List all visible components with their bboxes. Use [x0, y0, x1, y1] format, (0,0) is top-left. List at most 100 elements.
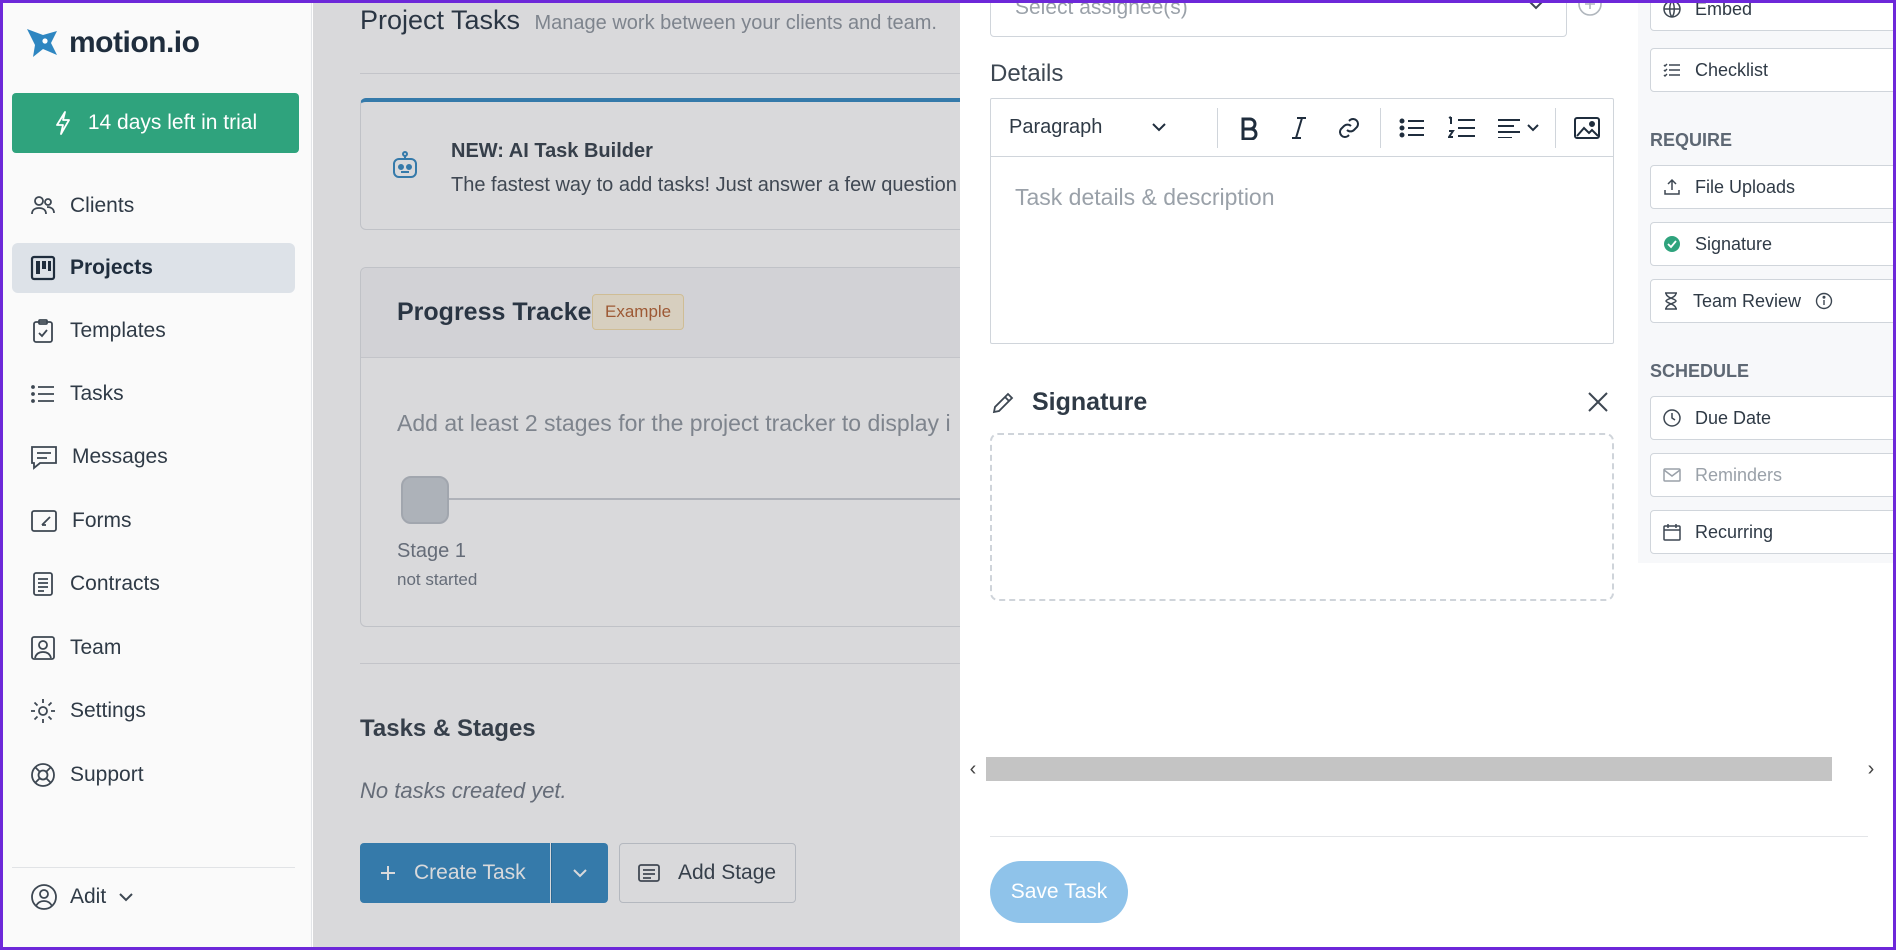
scrollbar-thumb[interactable] [986, 757, 1832, 781]
sidebar-item-messages[interactable]: Messages [12, 432, 295, 482]
toolbar-separator [1217, 107, 1218, 148]
bold-button[interactable] [1224, 108, 1274, 148]
checklist-button[interactable]: Checklist [1650, 48, 1893, 92]
due-date-label: Due Date [1695, 407, 1772, 428]
sidebar-item-label: Contracts [70, 572, 160, 595]
link-icon [1339, 117, 1359, 138]
bullet-list-icon [1399, 118, 1424, 137]
signature-header: Signature [990, 388, 1147, 417]
horizontal-scrollbar[interactable]: ‹ › [960, 755, 1884, 783]
assignee-placeholder: Select assignee(s) [1015, 3, 1188, 19]
reminders-button[interactable]: Reminders [1650, 453, 1893, 497]
reminders-label: Reminders [1695, 464, 1783, 485]
kanban-icon [30, 255, 56, 281]
team-review-label: Team Review [1693, 290, 1802, 311]
details-label: Details [990, 60, 1064, 87]
sidebar-item-label: Settings [70, 699, 146, 722]
checklist-label: Checklist [1695, 59, 1769, 80]
calendar-icon [1663, 524, 1681, 541]
lightning-icon [55, 111, 70, 135]
sidebar-divider [12, 867, 295, 868]
task-editor-panel: Select assignee(s) Details Paragraph Tas… [960, 3, 1893, 947]
clipboard-check-icon [33, 319, 53, 343]
user-name: Adit [70, 885, 107, 908]
team-icon [31, 636, 55, 660]
require-section-label: REQUIRE [1650, 130, 1733, 150]
sidebar-item-label: Messages [72, 445, 168, 468]
team-review-button[interactable]: Team Review [1650, 279, 1893, 323]
sidebar-item-team[interactable]: Team [12, 623, 295, 673]
footer-divider [990, 836, 1868, 837]
sidebar-item-settings[interactable]: Settings [12, 686, 295, 736]
file-uploads-button[interactable]: File Uploads [1650, 165, 1893, 209]
sidebar-item-label: Support [70, 763, 144, 786]
info-icon[interactable] [1815, 292, 1833, 310]
upload-icon [1664, 178, 1680, 195]
pencil-icon [992, 392, 1014, 413]
checklist-icon [1663, 63, 1680, 78]
align-select[interactable] [1487, 108, 1549, 148]
scroll-left-icon[interactable]: ‹ [960, 758, 986, 781]
format-value: Paragraph [1009, 116, 1103, 138]
user-menu[interactable]: Adit [30, 883, 134, 911]
numbered-list-button[interactable] [1437, 108, 1487, 148]
numbered-list-icon [1448, 115, 1475, 138]
lifebuoy-icon [31, 763, 55, 787]
gear-icon [31, 699, 55, 723]
recurring-label: Recurring [1695, 521, 1774, 542]
check-circle-icon [1664, 236, 1680, 252]
italic-icon [1292, 116, 1306, 139]
sidebar-item-label: Projects [70, 256, 153, 279]
insert-image-button[interactable] [1562, 108, 1612, 148]
main-content: Project Tasks Manage work between your c… [313, 3, 1270, 947]
due-date-button[interactable]: Due Date [1650, 396, 1893, 440]
file-uploads-label: File Uploads [1695, 176, 1796, 197]
editor-placeholder: Task details & description [1015, 184, 1275, 210]
sidebar-item-label: Templates [70, 319, 166, 342]
paragraph-format-select[interactable]: Paragraph [991, 116, 1211, 139]
recurring-button[interactable]: Recurring [1650, 510, 1893, 554]
app-window: motion.io 14 days left in trial Clients … [3, 3, 1893, 947]
signature-requirement-button[interactable]: Signature [1650, 222, 1893, 266]
sidebar-item-forms[interactable]: Forms [12, 496, 295, 546]
list-icon [31, 385, 54, 403]
schedule-section-label: SCHEDULE [1650, 361, 1750, 381]
hourglass-icon [1665, 292, 1677, 310]
sidebar-item-clients[interactable]: Clients [12, 181, 295, 231]
scroll-right-icon[interactable]: › [1858, 758, 1884, 781]
signature-requirement-label: Signature [1695, 233, 1773, 254]
editor-toolbar: Paragraph [991, 99, 1613, 157]
chevron-down-icon [119, 893, 133, 902]
add-circle-icon[interactable] [1577, 3, 1603, 17]
rich-text-editor[interactable]: Paragraph Task details & description [990, 98, 1614, 344]
sidebar-item-contracts[interactable]: Contracts [12, 559, 295, 609]
bullet-list-button[interactable] [1387, 108, 1437, 148]
sidebar-item-label: Tasks [70, 382, 124, 405]
trial-banner-button[interactable]: 14 days left in trial [12, 93, 299, 153]
sidebar-item-support[interactable]: Support [12, 750, 295, 800]
brand-logo[interactable]: motion.io [23, 23, 200, 63]
save-task-button[interactable]: Save Task [990, 861, 1128, 923]
signature-title: Signature [1032, 388, 1148, 416]
sidebar-item-tasks[interactable]: Tasks [12, 369, 295, 419]
sidebar-item-label: Clients [70, 194, 135, 217]
sidebar-item-label: Team [70, 636, 122, 659]
toolbar-separator [1380, 107, 1381, 148]
clock-icon [1663, 409, 1681, 427]
close-icon[interactable] [1587, 391, 1609, 413]
trial-banner-label: 14 days left in trial [87, 111, 258, 134]
assignee-select[interactable]: Select assignee(s) [990, 3, 1567, 37]
signature-pad[interactable] [990, 433, 1614, 601]
sidebar-item-label: Forms [72, 509, 132, 532]
italic-button[interactable] [1274, 108, 1324, 148]
embed-button[interactable]: Embed [1650, 3, 1893, 31]
avatar-icon [31, 884, 57, 910]
form-icon [31, 510, 57, 532]
embed-label: Embed [1695, 3, 1753, 19]
sidebar-item-templates[interactable]: Templates [12, 306, 295, 356]
link-button[interactable] [1324, 108, 1374, 148]
sidebar-item-projects[interactable]: Projects [12, 243, 295, 293]
brand-name: motion.io [69, 26, 200, 59]
users-icon [31, 196, 55, 215]
chevron-down-icon [1152, 123, 1167, 132]
